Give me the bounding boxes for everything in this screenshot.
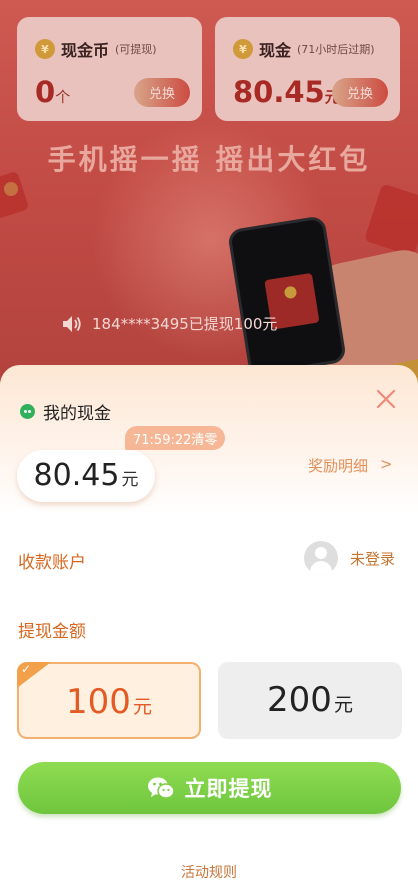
expiry-countdown: 71:59:22清零 [125,426,226,450]
wechat-icon [20,404,35,419]
card-value: 80.45 [233,75,325,109]
card-unit: 个 [55,88,71,106]
balance-amount: 80.45 [33,458,120,493]
option-unit: 元 [132,696,152,718]
wechat-pay-icon [147,777,175,799]
shake-slogan: 手机摇一摇 摇出大红包 [47,143,371,176]
cash-coin-card: ¥ 现金币 (可提现) 0个 兑换 [17,17,202,121]
account-login[interactable]: 未登录 [304,541,395,575]
chevron-right-icon: > [380,455,393,473]
balance-unit: 元 [121,470,139,490]
red-envelope-decoration [0,170,30,220]
card-subtitle: (71小时后过期) [297,43,375,56]
yen-coin-icon: ¥ [233,39,253,59]
check-icon: ✓ [17,662,51,688]
coin-decoration [4,182,18,196]
option-value: 100 [66,682,131,722]
promo-background: ¥ 现金币 (可提现) 0个 兑换 ¥ 现金 (71小时后过期) 80.45元 … [0,0,418,420]
activity-rules-link[interactable]: 活动规则 [0,862,418,882]
reward-details-label: 奖励明细 [308,457,369,475]
wallet-title: 我的现金 [43,404,111,424]
amount-option-100[interactable]: ✓ 100 元 [17,662,201,739]
speaker-icon [63,315,81,332]
exchange-button[interactable]: 兑换 [134,78,190,107]
card-value: 0 [35,75,56,109]
cash-balance: 80.45 元 [17,450,155,502]
exchange-button[interactable]: 兑换 [332,78,388,107]
card-title: 现金币 [61,41,110,60]
option-value: 200 [267,680,332,720]
option-unit: 元 [333,694,353,716]
withdraw-button-label: 立即提现 [184,777,273,801]
reward-details-link[interactable]: 奖励明细 > [308,455,393,476]
card-title: 现金 [259,41,292,60]
yen-coin-icon: ¥ [35,39,55,59]
amount-label: 提现金额 [18,622,86,642]
red-envelope-decoration [364,183,418,257]
withdraw-now-button[interactable]: 立即提现 [18,762,401,814]
close-icon[interactable] [374,387,398,411]
wallet-header: 我的现金 [20,399,111,424]
avatar-placeholder-icon [304,541,338,575]
ticker-text: 184****3495已提现100元 [92,315,278,333]
account-status: 未登录 [350,549,396,568]
cash-card: ¥ 现金 (71小时后过期) 80.45元 兑换 [215,17,400,121]
account-label: 收款账户 [18,553,86,573]
amount-option-200[interactable]: 200 元 [218,662,402,739]
withdraw-ticker: 184****3495已提现100元 [62,313,277,334]
withdraw-sheet: 我的现金 71:59:22清零 80.45 元 奖励明细 > 收款账户 未登录 … [0,365,418,892]
card-subtitle: (可提现) [115,43,157,56]
